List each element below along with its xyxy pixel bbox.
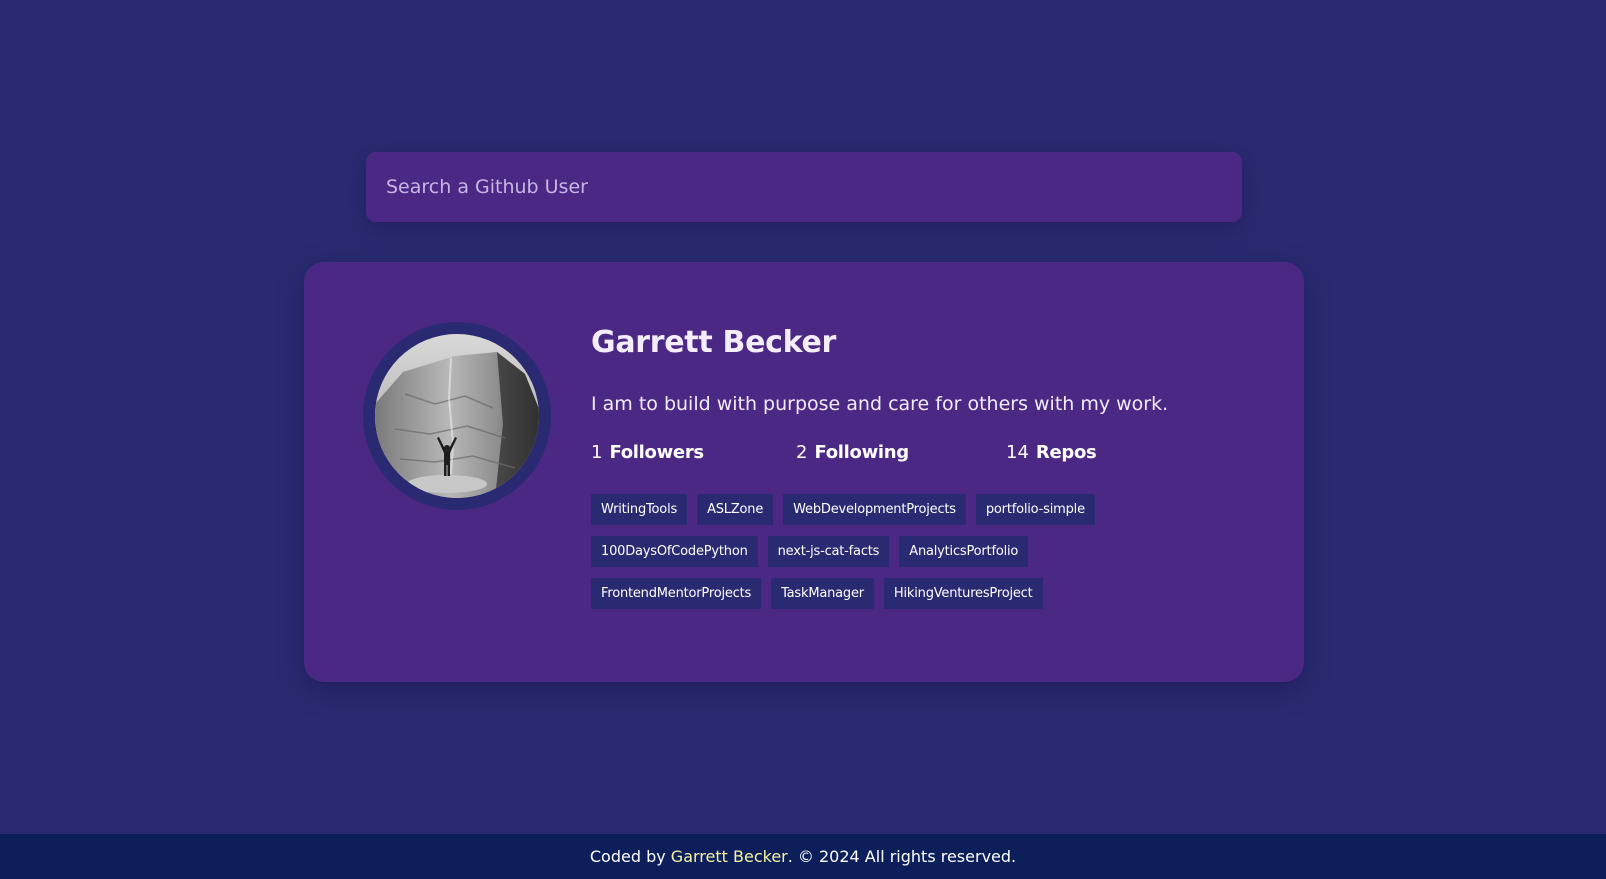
followers-label: Followers — [609, 442, 704, 463]
repos-stat: 14 Repos — [1006, 442, 1097, 463]
avatar — [375, 334, 539, 498]
repo-link[interactable]: TaskManager — [771, 578, 874, 609]
repo-link[interactable]: next-js-cat-facts — [767, 536, 890, 567]
repo-row: FrontendMentorProjects TaskManager Hikin… — [591, 578, 1231, 609]
avatar-ring — [363, 322, 551, 510]
following-label: Following — [814, 442, 909, 463]
footer-prefix: Coded by — [589, 847, 671, 866]
repo-row: WritingTools ASLZone WebDevelopmentProje… — [591, 494, 1231, 525]
repo-row: 100DaysOfCodePython next-js-cat-facts An… — [591, 536, 1231, 567]
user-bio: I am to build with purpose and care for … — [591, 393, 1169, 415]
repo-link[interactable]: WritingTools — [591, 494, 688, 525]
following-count: 2 — [796, 442, 808, 463]
followers-count: 1 — [591, 442, 603, 463]
repos-count: 14 — [1006, 442, 1029, 463]
footer-copyright: . © 2024 All rights reserved. — [787, 847, 1017, 866]
repo-link[interactable]: ASLZone — [697, 494, 774, 525]
profile-card: Garrett Becker I am to build with purpos… — [304, 262, 1304, 682]
followers-stat: 1 Followers — [591, 442, 704, 463]
repo-list: WritingTools ASLZone WebDevelopmentProje… — [591, 494, 1231, 620]
following-stat: 2 Following — [796, 442, 909, 463]
repo-link[interactable]: portfolio-simple — [975, 494, 1095, 525]
search-box — [366, 152, 1242, 222]
user-name: Garrett Becker — [591, 325, 837, 360]
footer-author-link[interactable]: Garrett Becker — [671, 847, 788, 866]
search-input[interactable] — [366, 152, 1242, 222]
repo-link[interactable]: WebDevelopmentProjects — [783, 494, 966, 525]
repos-label: Repos — [1035, 442, 1097, 463]
repo-link[interactable]: 100DaysOfCodePython — [591, 536, 758, 567]
repo-link[interactable]: HikingVenturesProject — [883, 578, 1043, 609]
repo-link[interactable]: AnalyticsPortfolio — [899, 536, 1029, 567]
footer: Coded by Garrett Becker. © 2024 All righ… — [0, 834, 1606, 879]
repo-link[interactable]: FrontendMentorProjects — [591, 578, 762, 609]
user-stats: 1 Followers 2 Following 14 Repos — [591, 442, 1231, 468]
avatar-photo — [375, 334, 539, 498]
